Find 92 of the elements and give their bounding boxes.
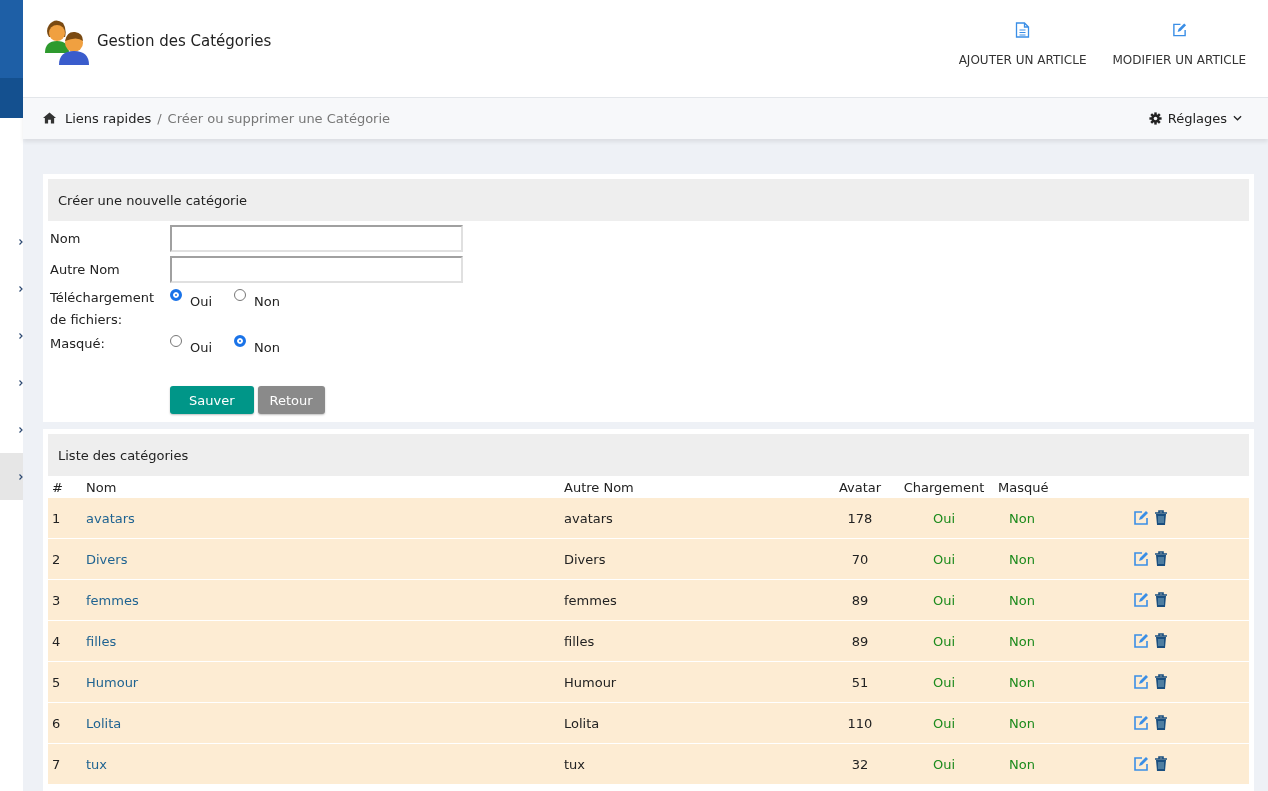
table-cell-text: 2 xyxy=(52,551,62,567)
category-link[interactable]: Lolita xyxy=(86,715,122,731)
nav-link[interactable]: AJOUTER UN ARTICLE xyxy=(958,22,1087,97)
table-cell-text: 70 xyxy=(850,551,870,567)
table-cell-text: Oui xyxy=(931,715,957,731)
category-link[interactable]: filles xyxy=(86,633,117,649)
table-cell-text: 89 xyxy=(850,592,870,608)
category-link[interactable]: avatars xyxy=(86,510,135,526)
table-cell-text: Oui xyxy=(931,633,957,649)
column-header: Nom xyxy=(86,479,118,495)
radio-button[interactable] xyxy=(234,335,247,347)
table-cell-text: 178 xyxy=(846,510,874,526)
chevron-icon xyxy=(19,379,23,386)
edit-icon xyxy=(1171,22,1187,38)
chevron-icon xyxy=(19,426,23,433)
table-cell-text: avatars xyxy=(564,510,614,526)
column-header: Avatar xyxy=(837,479,883,495)
chevron-icon xyxy=(19,332,23,339)
table-cell-text: Non xyxy=(1008,633,1036,649)
chevron-icon xyxy=(19,285,23,292)
text-field[interactable] xyxy=(170,225,463,252)
field-label: Masqué: xyxy=(50,335,106,353)
table-cell-text: 7 xyxy=(52,756,62,772)
table-cell-text: 32 xyxy=(850,756,870,772)
table-cell-text: filles xyxy=(564,633,596,649)
breadcrumb-link[interactable]: Liens rapides xyxy=(65,110,152,126)
chevron-icon xyxy=(19,238,23,245)
trash-icon[interactable] xyxy=(1153,510,1169,526)
table-cell-text: Oui xyxy=(931,674,957,690)
table-cell-text: 5 xyxy=(52,674,62,690)
table-cell-text: Humour xyxy=(564,674,618,690)
field-label: Nom xyxy=(50,231,82,246)
column-header: # xyxy=(52,479,64,495)
radio-button[interactable] xyxy=(170,335,182,347)
category-link[interactable]: femmes xyxy=(86,592,139,608)
table-cell-text: Divers xyxy=(564,551,607,567)
table-cell-text: Non xyxy=(1008,674,1036,690)
text-field[interactable] xyxy=(170,256,463,283)
trash-icon[interactable] xyxy=(1153,674,1169,690)
column-header: Autre Nom xyxy=(564,479,635,495)
page-title: Gestion des Catégories xyxy=(97,32,272,50)
breadcrumb-separator: / xyxy=(157,110,162,126)
table-cell-text: femmes xyxy=(564,592,618,608)
table-cell-text: Non xyxy=(1008,592,1036,608)
column-header: Masqué xyxy=(998,479,1046,495)
table-cell-text: tux xyxy=(564,756,587,772)
radio-label: Non xyxy=(254,294,280,309)
table-cell-text: Non xyxy=(1008,756,1036,772)
trash-icon[interactable] xyxy=(1153,756,1169,772)
radio-label: Oui xyxy=(190,294,213,309)
trash-icon[interactable] xyxy=(1153,715,1169,731)
users-icon xyxy=(43,19,91,65)
category-link[interactable]: tux xyxy=(86,756,108,772)
table-cell-text: 89 xyxy=(850,633,870,649)
back-button[interactable]: Retour xyxy=(257,386,325,414)
radio-button[interactable] xyxy=(234,289,247,301)
trash-icon[interactable] xyxy=(1153,592,1169,608)
chevron-icon xyxy=(19,473,23,480)
table-cell-text: 4 xyxy=(52,633,62,649)
category-link[interactable]: Humour xyxy=(86,674,139,690)
table-cell-text: Non xyxy=(1008,715,1036,731)
panel-title: Liste des catégories xyxy=(48,434,1249,476)
trash-icon[interactable] xyxy=(1153,551,1169,567)
home-icon xyxy=(43,112,56,125)
panel-title: Créer une nouvelle catégorie xyxy=(48,179,1249,221)
table-cell-text: Non xyxy=(1008,510,1036,526)
table-cell-text: 6 xyxy=(52,715,62,731)
table-cell-text: 3 xyxy=(52,592,62,608)
table-cell-text: 1 xyxy=(52,510,62,526)
radio-button[interactable] xyxy=(170,289,182,301)
nav-link[interactable]: MODIFIER UN ARTICLE xyxy=(1112,22,1246,97)
document-icon xyxy=(1015,22,1031,38)
field-label: Téléchargement de fichiers: xyxy=(50,289,156,329)
table-cell-text: Oui xyxy=(931,551,957,567)
settings-dropdown[interactable]: Réglages xyxy=(1148,110,1242,126)
table-cell-text: Oui xyxy=(931,756,957,772)
table-cell-text: 110 xyxy=(846,715,874,731)
category-link[interactable]: Divers xyxy=(86,551,128,567)
table-cell-text: Non xyxy=(1008,551,1036,567)
table-cell-text: 51 xyxy=(850,674,870,690)
radio-label: Non xyxy=(254,340,280,355)
save-button[interactable]: Sauver xyxy=(170,386,254,414)
field-label: Autre Nom xyxy=(50,262,121,277)
column-header: Chargement xyxy=(902,479,986,495)
table-cell-text: Lolita xyxy=(564,715,601,731)
caret-icon xyxy=(1233,115,1242,122)
radio-label: Oui xyxy=(190,340,213,355)
breadcrumb-current: Créer ou supprimer une Catégorie xyxy=(167,110,391,126)
trash-icon[interactable] xyxy=(1153,633,1169,649)
settings-icon xyxy=(1148,111,1162,125)
table-cell-text: Oui xyxy=(931,510,957,526)
table-cell-text: Oui xyxy=(931,592,957,608)
